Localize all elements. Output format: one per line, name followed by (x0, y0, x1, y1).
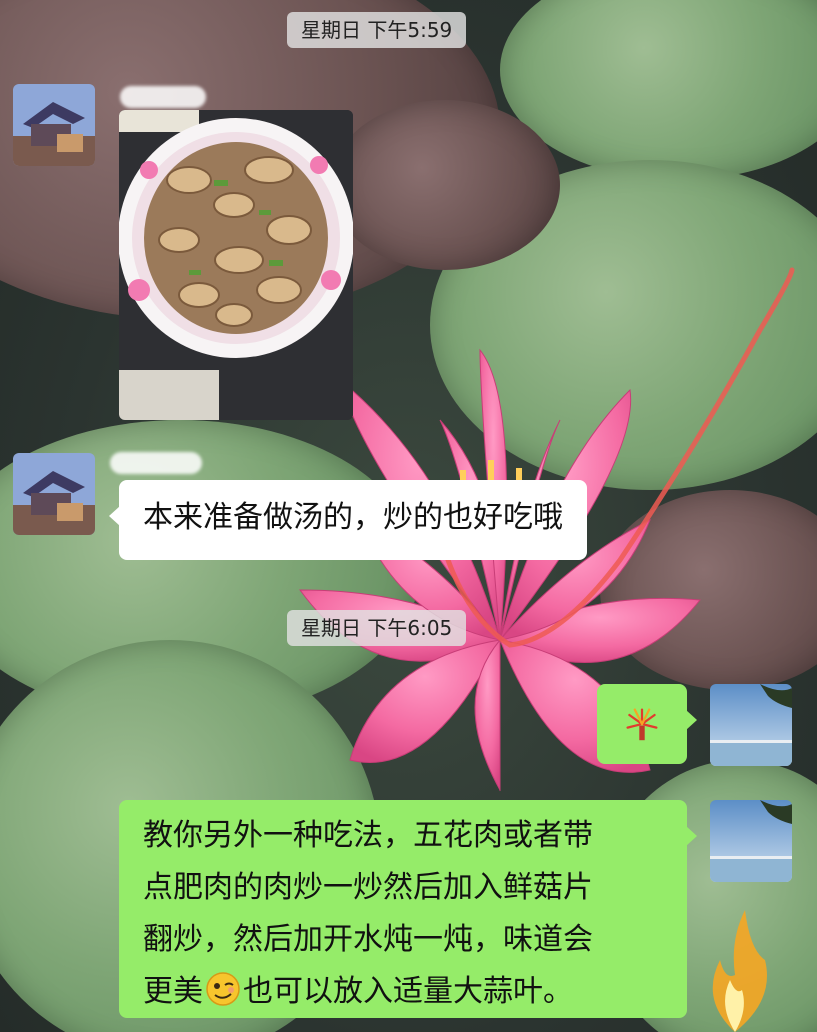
timestamp-pill: 星期日 下午6:05 (287, 610, 467, 646)
outgoing-emoji-bubble[interactable] (597, 684, 697, 764)
message-line-text: 更美 (143, 974, 203, 1009)
food-photo-message[interactable] (119, 110, 353, 420)
incoming-text-bubble[interactable]: 本来准备做汤的，炒的也好吃哦 (109, 480, 587, 560)
timestamp-pill: 星期日 下午5:59 (287, 12, 467, 48)
message-line: 翻炒，然后加开水炖一炖，味道会 (143, 922, 593, 957)
message-line-text: 也可以放入适量大蒜叶。 (243, 974, 573, 1009)
message-line-4: 更美 也可以放入适量大蒜叶。 (143, 966, 663, 1018)
message-line: 点肥肉的肉炒一炒然后加入鲜菇片 (143, 870, 593, 905)
wink-face-emoji (206, 972, 240, 1006)
outgoing-text-bubble[interactable]: 教你另外一种吃法，五花肉或者带 点肥肉的肉炒一炒然后加入鲜菇片 翻炒，然后加开水… (119, 800, 697, 1018)
flame-sticker (712, 910, 767, 1032)
my-avatar[interactable] (710, 684, 792, 766)
contact-nickname-blurred (110, 452, 202, 474)
contact-avatar[interactable] (13, 453, 95, 535)
fireworks-emoji (626, 708, 658, 741)
contact-nickname-blurred (120, 86, 206, 108)
my-avatar[interactable] (710, 800, 792, 882)
contact-avatar[interactable] (13, 84, 95, 166)
message-text: 本来准备做汤的，炒的也好吃哦 (143, 500, 563, 535)
message-line: 教你另外一种吃法，五花肉或者带 (143, 818, 593, 853)
